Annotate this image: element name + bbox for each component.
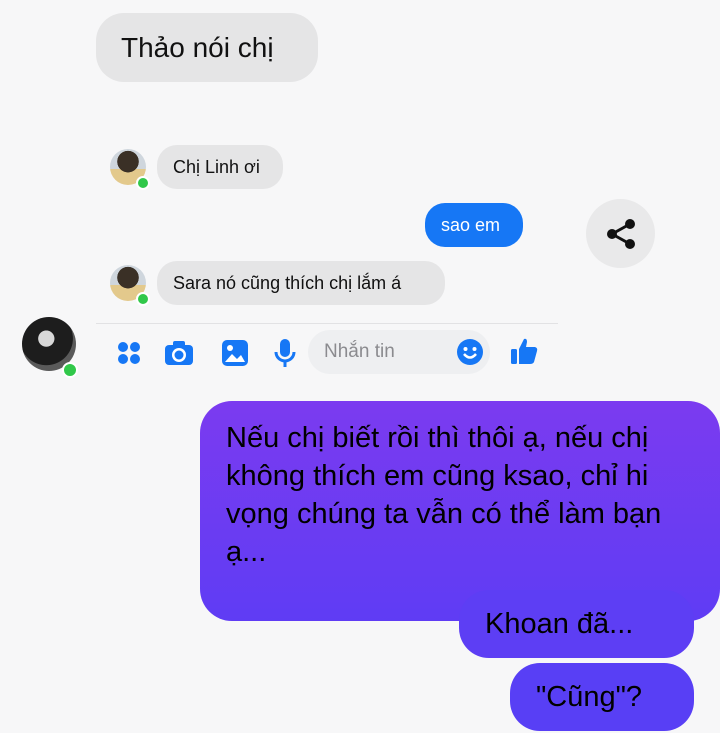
- emoji-button[interactable]: [455, 337, 485, 367]
- sent-message-bubble[interactable]: "Cũng"?: [510, 663, 694, 731]
- message-input-placeholder: Nhắn tin: [324, 341, 395, 362]
- composer-divider: [96, 323, 558, 324]
- sent-message-bubble[interactable]: Nếu chị biết rồi thì thôi ạ, nếu chị khô…: [200, 401, 720, 621]
- like-icon: [511, 338, 538, 364]
- message-text: Chị Linh ơi: [173, 156, 260, 177]
- sent-message-bubble[interactable]: sao em: [425, 203, 523, 247]
- emoji-icon: [457, 339, 483, 365]
- message-text: Thảo nói chị: [121, 31, 274, 63]
- like-button[interactable]: [509, 336, 539, 366]
- apps-icon: [118, 342, 140, 364]
- online-status-dot: [136, 176, 150, 190]
- sent-message-bubble[interactable]: Khoan đã...: [459, 590, 694, 658]
- message-text: Nếu chị biết rồi thì thôi ạ, nếu chị khô…: [226, 422, 662, 568]
- mic-icon: [274, 339, 296, 367]
- gallery-button[interactable]: [220, 338, 250, 368]
- share-icon: [606, 218, 635, 249]
- received-message-bubble[interactable]: Sara nó cũng thích chị lắm á: [157, 261, 445, 305]
- message-text: sao em: [441, 214, 501, 235]
- received-message-bubble[interactable]: Chị Linh ơi: [157, 145, 283, 189]
- camera-button[interactable]: [164, 338, 194, 368]
- image-icon: [222, 340, 248, 366]
- apps-button[interactable]: [114, 338, 144, 368]
- message-text: Sara nó cũng thích chị lắm á: [173, 272, 402, 293]
- received-message-bubble[interactable]: Thảo nói chị: [96, 13, 318, 82]
- message-text: Khoan đã...: [485, 607, 634, 640]
- online-status-dot: [62, 362, 78, 378]
- share-button[interactable]: [586, 199, 655, 268]
- camera-icon: [165, 341, 193, 365]
- online-status-dot: [136, 292, 150, 306]
- message-text: "Cũng"?: [536, 680, 643, 713]
- voice-button[interactable]: [270, 338, 300, 368]
